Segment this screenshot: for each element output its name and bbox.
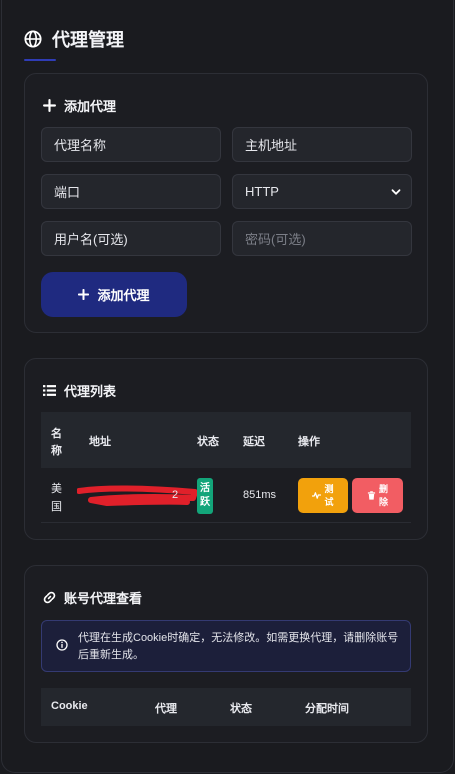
account-table-header: Cookie 代理 状态 分配时间	[41, 688, 411, 726]
chevron-down-icon	[391, 189, 401, 195]
pulse-icon	[312, 492, 322, 499]
proxy-list-card: 代理列表 名 称 地址 状态 延迟 操作 美 国 2 活 跃 851ms 测 试…	[24, 358, 428, 540]
list-icon	[43, 385, 56, 396]
username-placeholder: 用户名(可选)	[54, 232, 128, 247]
col-status: 状态	[197, 436, 219, 448]
delete-line1: 删	[378, 483, 388, 494]
link-icon	[43, 591, 56, 604]
title-underline	[24, 59, 56, 61]
test-button[interactable]: 测 试	[298, 478, 348, 513]
row-name-line2: 国	[51, 501, 62, 513]
page-title: 代理管理	[52, 30, 124, 50]
port-input[interactable]: 端口	[41, 174, 221, 209]
protocol-selected-value: HTTP	[245, 184, 279, 199]
table-row: 美 国 2 活 跃 851ms 测 试 删 除	[41, 468, 411, 523]
add-proxy-button-label: 添加代理	[97, 288, 150, 303]
account-proxy-title-label: 账号代理查看	[64, 591, 143, 606]
redaction-mark	[77, 485, 197, 506]
account-proxy-card: 账号代理查看 代理在生成Cookie时确定，无法修改。如需更换代理，请删除账号后…	[24, 565, 428, 743]
plus-icon	[43, 99, 56, 112]
col-cookie: Cookie	[51, 700, 88, 712]
host-placeholder: 主机地址	[245, 138, 298, 153]
col-name-line1: 名	[51, 428, 62, 440]
trash-icon	[367, 491, 376, 500]
col-address: 地址	[89, 436, 111, 448]
protocol-select[interactable]: HTTP	[232, 174, 412, 209]
col-name-line2: 称	[51, 445, 62, 457]
plus-icon	[78, 289, 90, 300]
row-address-suffix: 2	[172, 489, 179, 501]
row-name-line1: 美	[51, 483, 62, 495]
proxy-name-input[interactable]: 代理名称	[41, 127, 221, 162]
info-icon	[56, 639, 68, 651]
col-proxy: 代理	[155, 703, 177, 715]
row-latency: 851ms	[243, 489, 277, 501]
test-line1: 测	[324, 483, 334, 494]
info-text: 代理在生成Cookie时确定，无法修改。如需更换代理，请删除账号后重新生成。	[78, 632, 399, 661]
globe-icon	[24, 30, 42, 48]
info-alert: 代理在生成Cookie时确定，无法修改。如需更换代理，请删除账号后重新生成。	[41, 620, 411, 672]
host-input[interactable]: 主机地址	[232, 127, 412, 162]
proxy-name-placeholder: 代理名称	[54, 138, 107, 153]
proxy-list-title-label: 代理列表	[64, 384, 117, 399]
add-proxy-button[interactable]: 添加代理	[41, 272, 187, 317]
col-latency: 延迟	[243, 436, 265, 448]
delete-line2: 除	[378, 496, 388, 507]
test-line2: 试	[324, 496, 334, 507]
add-proxy-card: 添加代理 代理名称 主机地址 端口 HTTP 用户名(可选) 密码(可选) 添加…	[24, 73, 428, 333]
proxy-table-header: 名 称 地址 状态 延迟 操作	[41, 412, 411, 468]
username-input[interactable]: 用户名(可选)	[41, 221, 221, 256]
col-actions: 操作	[298, 436, 320, 448]
col-account-status: 状态	[230, 703, 252, 715]
password-input[interactable]: 密码(可选)	[232, 221, 412, 256]
status-line2: 跃	[200, 497, 210, 508]
password-placeholder: 密码(可选)	[245, 232, 306, 247]
status-badge: 活 跃	[197, 478, 213, 514]
port-placeholder: 端口	[54, 185, 81, 200]
add-proxy-title-label: 添加代理	[64, 99, 117, 114]
delete-button[interactable]: 删 除	[352, 478, 403, 513]
page-header: 代理管理	[24, 26, 124, 52]
col-assigned-time: 分配时间	[305, 703, 349, 715]
add-proxy-title: 添加代理	[43, 96, 116, 115]
account-proxy-title: 账号代理查看	[43, 588, 142, 607]
proxy-list-title: 代理列表	[43, 381, 116, 400]
status-line1: 活	[200, 483, 210, 494]
